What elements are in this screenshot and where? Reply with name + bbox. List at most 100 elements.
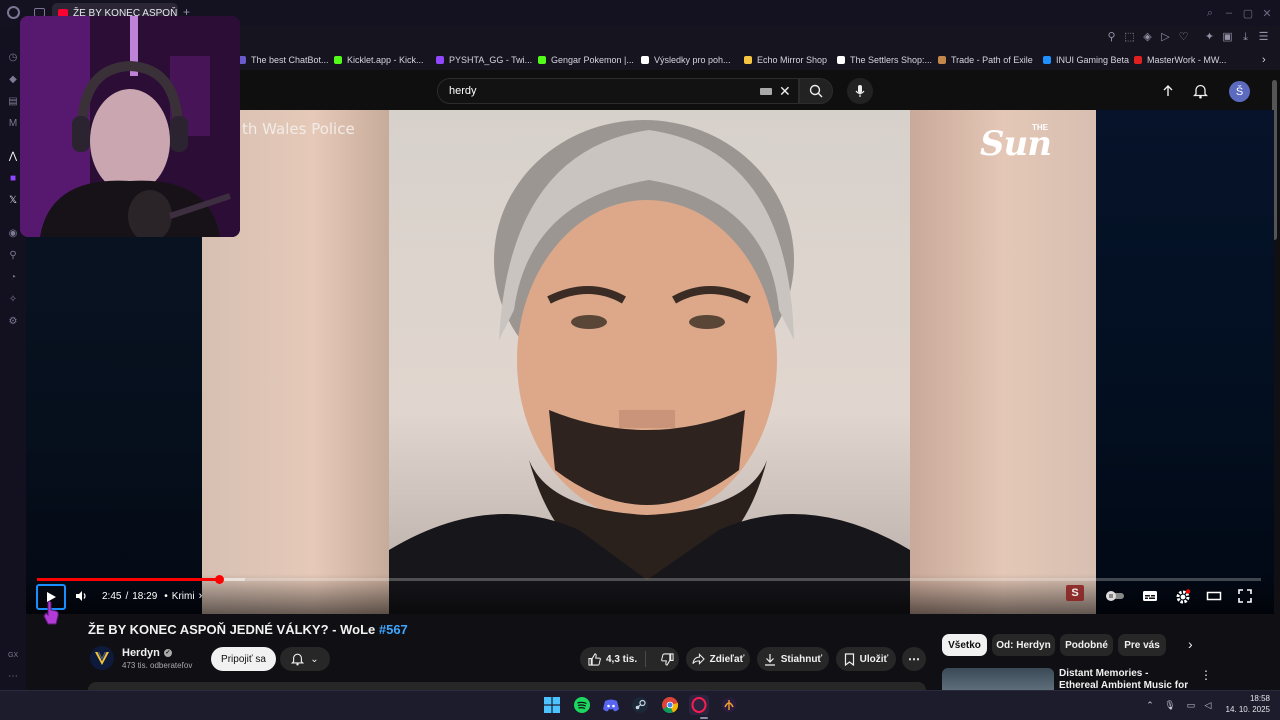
easy-setup-icon[interactable]: ☰ <box>1257 31 1270 44</box>
fullscreen-button[interactable] <box>1238 589 1254 603</box>
x-twitter-icon[interactable]: 𝕏 <box>6 194 20 208</box>
discord-icon[interactable] <box>601 695 621 715</box>
volume-icon <box>76 591 86 601</box>
bookmark-item[interactable]: PYSHTA_GG - Twi... <box>436 50 532 70</box>
bookmark-item[interactable]: Echo Mirror Shop <box>744 50 827 70</box>
pinboard-icon[interactable]: ⚲ <box>6 249 20 263</box>
sponsorblock-icon[interactable]: S <box>1066 585 1084 601</box>
keyboard-icon[interactable] <box>760 88 772 95</box>
wallet-icon[interactable]: ▣ <box>1221 31 1234 44</box>
bookmark-item[interactable]: Gengar Pokemon |... <box>538 50 634 70</box>
twitch-icon[interactable]: ■ <box>6 172 20 186</box>
tray-volume-icon[interactable]: ◁ <box>1202 699 1214 711</box>
volume-button[interactable] <box>74 589 90 603</box>
kick-icon[interactable]: ⋀ <box>6 150 20 164</box>
clear-search-icon[interactable]: ✕ <box>779 83 791 100</box>
join-button[interactable]: Pripojiť sa <box>211 647 276 671</box>
chips-next-icon[interactable]: › <box>1188 636 1193 652</box>
chrome-icon[interactable] <box>660 695 680 715</box>
chapter-label[interactable]: Krimi <box>172 591 195 602</box>
messenger-icon[interactable]: M <box>6 117 20 131</box>
bookmark-item[interactable]: MasterWork - MW... <box>1134 50 1226 70</box>
pin-icon[interactable]: ⚲ <box>1105 31 1118 44</box>
windows-start-icon[interactable] <box>542 695 562 715</box>
speed-dial-icon[interactable]: ◷ <box>6 51 20 65</box>
bookmark-favicon-icon <box>744 56 752 64</box>
steam-icon[interactable] <box>630 695 650 715</box>
chip-from-channel[interactable]: Od: Herdyn <box>992 634 1055 656</box>
close-window-icon[interactable]: ✕ <box>1260 6 1274 20</box>
bookmark-item[interactable]: The best ChatBot... <box>238 50 329 70</box>
channel-name[interactable]: Herdyn ✓ <box>122 647 172 659</box>
search-button[interactable] <box>799 78 833 104</box>
system-clock[interactable]: 18:58 14. 10. 2025 <box>1224 693 1270 715</box>
gx-control-icon[interactable]: ◆ <box>6 73 20 87</box>
more-actions-button[interactable]: ⋯ <box>902 647 926 671</box>
recommended-title[interactable]: Distant Memories - Ethereal Ambient Musi… <box>1059 668 1189 690</box>
tray-microphone-icon[interactable]: 🎙 <box>1164 699 1176 711</box>
bookmarks-overflow-icon[interactable]: › <box>1262 50 1266 70</box>
tray-overflow-icon[interactable]: ⌃ <box>1144 699 1156 711</box>
minimize-icon[interactable]: – <box>1222 6 1236 20</box>
settings-gear-icon[interactable]: ⚙ <box>6 315 20 329</box>
voice-search-button[interactable] <box>847 78 873 104</box>
upload-button[interactable] <box>1161 84 1175 98</box>
recommended-thumbnail[interactable] <box>942 668 1054 690</box>
chip-for-you[interactable]: Pre vás <box>1118 634 1166 656</box>
bookmark-label: Trade - Path of Exile <box>951 55 1033 65</box>
autoplay-toggle[interactable] <box>1104 589 1126 603</box>
heart-icon[interactable]: ♡ <box>1177 31 1190 44</box>
player-icon[interactable]: ▷ <box>1159 31 1172 44</box>
subscription-notifications-button[interactable]: ⌄ <box>280 647 330 671</box>
like-button[interactable]: 4,3 tis. <box>588 651 647 667</box>
bookmark-item[interactable]: INUI Gaming Beta <box>1043 50 1129 70</box>
active-app-indicator <box>700 717 708 719</box>
channel-name-text[interactable]: Herdyn <box>122 647 160 659</box>
download-arrow-icon <box>764 653 775 666</box>
description-box[interactable] <box>88 682 926 690</box>
thumbs-up-icon <box>588 652 601 666</box>
snapshot-icon[interactable]: ⬚ <box>1123 31 1136 44</box>
bell-icon <box>1193 84 1208 99</box>
bookmark-favicon-icon <box>938 56 946 64</box>
save-button[interactable]: Uložiť <box>836 647 896 671</box>
video-hashtag-link[interactable]: #567 <box>379 622 408 637</box>
player-sidebar-icon[interactable]: ◉ <box>6 227 20 241</box>
maximize-icon[interactable]: ▢ <box>1241 6 1255 20</box>
bookmark-item[interactable]: Výsledky pro poh... <box>641 50 731 70</box>
channel-logo-icon <box>95 651 109 665</box>
bookmark-item[interactable]: The Settlers Shop:... <box>837 50 932 70</box>
chip-related[interactable]: Podobné <box>1060 634 1113 656</box>
share-button[interactable]: Zdieľať <box>686 647 750 671</box>
history-icon[interactable]: ◔ <box>6 271 20 285</box>
streaming-app-icon[interactable] <box>719 695 739 715</box>
account-avatar[interactable]: Š <box>1229 81 1250 102</box>
bookmark-item[interactable]: Trade - Path of Exile <box>938 50 1033 70</box>
settings-button[interactable] <box>1175 589 1191 604</box>
dislike-button[interactable] <box>651 652 674 666</box>
search-tabs-icon[interactable]: ⌕ <box>1203 6 1217 20</box>
extensions-icon[interactable]: ✦ <box>1203 31 1216 44</box>
bookmark-label: INUI Gaming Beta <box>1056 55 1130 65</box>
bookmark-item[interactable]: Kicklet.app - Kick... <box>334 50 424 70</box>
opera-gx-logo-icon[interactable] <box>7 6 20 19</box>
gx-cleaner-icon[interactable]: ▤ <box>6 95 20 109</box>
search-input[interactable]: herdy ✕ <box>437 78 799 104</box>
chevron-right-icon[interactable]: › <box>199 590 203 602</box>
more-icon[interactable]: ⋯ <box>6 670 20 684</box>
notifications-button[interactable] <box>1193 83 1208 99</box>
recommended-menu-icon[interactable]: ⋮ <box>1200 668 1212 682</box>
mouse-cursor-icon <box>42 600 60 626</box>
subtitles-button[interactable] <box>1142 589 1158 603</box>
download-icon[interactable]: ⤓ <box>1239 31 1252 44</box>
extensions-sidebar-icon[interactable]: ✧ <box>6 293 20 307</box>
spotify-icon[interactable] <box>572 695 592 715</box>
progress-scrubber-handle[interactable] <box>215 575 224 584</box>
tray-network-icon[interactable]: ▭ <box>1185 699 1197 711</box>
channel-avatar[interactable] <box>90 646 114 670</box>
chip-all[interactable]: Všetko <box>942 634 987 656</box>
opera-gx-taskbar-icon[interactable] <box>689 695 709 715</box>
download-video-button[interactable]: Stiahnuť <box>757 647 829 671</box>
theater-mode-button[interactable] <box>1206 589 1222 603</box>
vpn-icon[interactable]: ◈ <box>1141 31 1154 44</box>
